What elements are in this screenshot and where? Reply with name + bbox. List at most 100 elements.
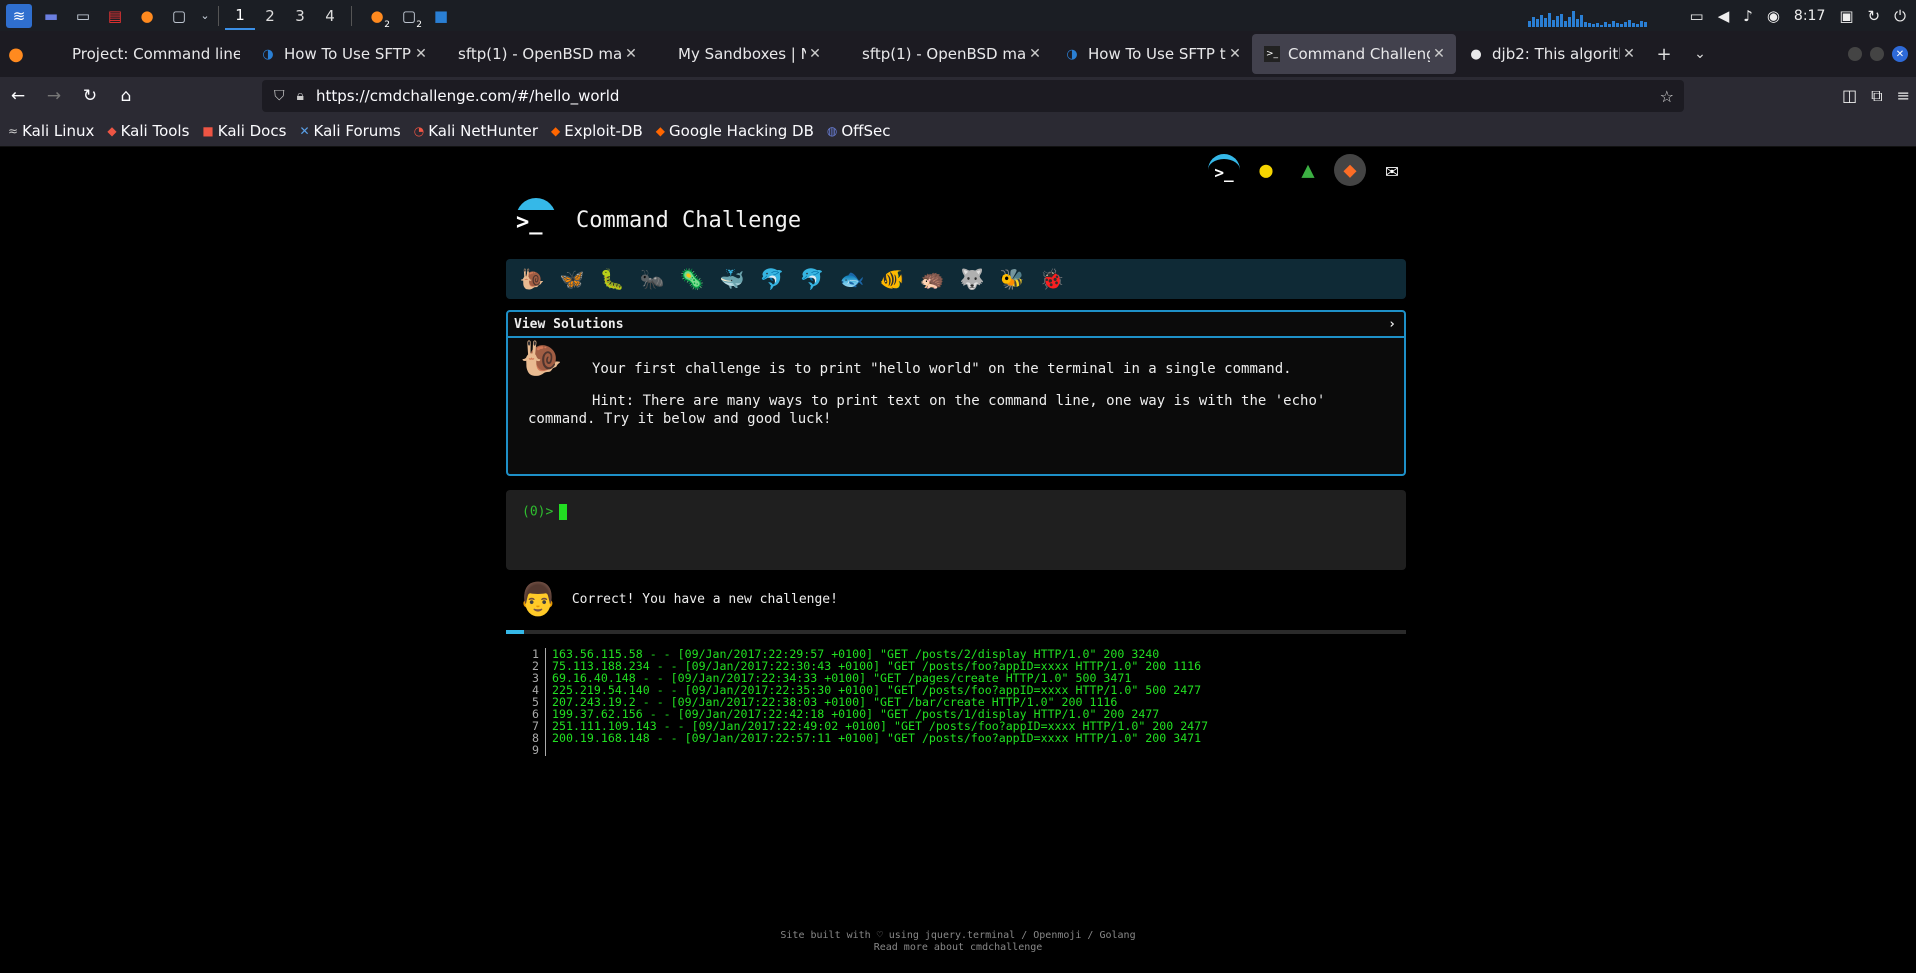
bookmark-kali-linux[interactable]: ≈ Kali Linux [8,122,94,140]
bookmark-star-icon[interactable]: ☆ [1660,87,1674,106]
firefox-icon[interactable]: ● [134,4,160,28]
close-icon[interactable]: ✕ [1026,46,1044,62]
terminal-window-icon[interactable]: ▢ 2 [396,4,422,30]
chevron-right-icon: › [1388,316,1396,332]
level-ladybug-icon[interactable]: 🐞 [1032,267,1072,291]
gitlab-icon[interactable]: ◆ [1334,154,1366,186]
level-dolphin-icon[interactable]: 🐬 [752,267,792,291]
workspace-1[interactable]: 1 [225,2,255,30]
bookmark-kali-tools[interactable]: ◆ Kali Tools [107,122,189,140]
close-icon[interactable]: ✕ [1430,46,1448,62]
url-text[interactable]: https://cmdchallenge.com/#/hello_world [316,87,619,105]
level-microbe-icon[interactable]: 🦠 [672,267,712,291]
view-solutions-toggle[interactable]: View Solutions › [508,312,1404,338]
tab-sftp-manual-1[interactable]: sftp(1) - OpenBSD manual ✕ [438,34,648,74]
bookmark-kali-nethunter[interactable]: ◔ Kali NetHunter [414,122,538,140]
browser-tab-strip: ● Project: Command line ◑ How To Use SFT… [0,31,1916,77]
tab-project-command-line[interactable]: Project: Command line [32,34,248,74]
github-icon: ● [1470,46,1482,62]
pocket-icon[interactable]: ◫ [1842,86,1857,106]
chevron-down-icon[interactable]: ⌄ [198,4,212,28]
site-top-links: >_ ● ▲ ◆ ✉ [1208,154,1408,186]
terminal-logo-icon[interactable]: >_ [1208,154,1240,186]
bookmark-kali-forums[interactable]: ✕ Kali Forums [299,122,400,140]
extensions-icon[interactable]: ⧉ [1871,86,1882,106]
forward-icon[interactable]: → [36,86,72,106]
tab-how-to-use-sftp-1[interactable]: ◑ How To Use SFTP to Se ✕ [248,34,438,74]
firefox-view-icon[interactable]: ● [0,44,32,65]
tab-label: How To Use SFTP to Se [1088,45,1226,63]
close-icon[interactable]: ✕ [1620,46,1638,62]
power-manager-icon[interactable]: ◉ [1767,7,1780,25]
site-footer: Site built with ♡ using jquery.terminal … [0,930,1916,954]
tab-my-sandboxes[interactable]: My Sandboxes | Nairobi ✕ [648,34,832,74]
site-logo-icon[interactable]: >_ [516,198,556,242]
volume-icon[interactable]: ◀ [1718,7,1730,25]
tab-sftp-manual-2[interactable]: sftp(1) - OpenBSD manual ✕ [832,34,1052,74]
firefox-window-icon[interactable]: ● 2 [364,4,390,30]
desktop-icon[interactable]: ▬ [38,4,64,28]
level-butterfly-icon[interactable]: 🦋 [552,267,592,291]
taskbar-divider [218,5,219,26]
workspace-4[interactable]: 4 [315,2,345,30]
notification-bell-icon[interactable]: ♪ [1743,7,1753,25]
level-ant-icon[interactable]: 🐜 [632,267,672,291]
tab-djb2[interactable]: ● djb2: This algorithm (k= ✕ [1456,34,1646,74]
view-solutions-label: View Solutions [514,316,624,332]
workspace-2[interactable]: 2 [255,2,285,30]
exploit-db-icon: ◆ [551,123,561,138]
bookmark-offsec[interactable]: ◍ OffSec [827,122,891,140]
workspace-3[interactable]: 3 [285,2,315,30]
home-icon[interactable]: ⌂ [108,86,144,106]
mail-icon[interactable]: ✉ [1376,154,1408,186]
ghdb-icon: ◆ [655,123,666,138]
tab-how-to-use-sftp-2[interactable]: ◑ How To Use SFTP to Se ✕ [1052,34,1252,74]
maximize-button[interactable] [1870,47,1884,61]
menu-icon[interactable]: ≡ [1897,86,1910,106]
close-icon[interactable]: ✕ [806,46,824,62]
terminal-input[interactable]: (0)> [506,490,1406,570]
bookmark-label: Kali Linux [22,121,95,140]
url-bar[interactable]: ⛉ 🔒︎ https://cmdchallenge.com/#/hello_wo… [262,80,1684,112]
power-icon[interactable]: ⏻ [1894,7,1906,25]
back-icon[interactable]: ← [0,86,36,106]
close-window-button[interactable]: ✕ [1892,46,1908,62]
bookmark-google-hacking-db[interactable]: ◆ Google Hacking DB [656,122,814,140]
kali-menu-icon[interactable]: ≋ [6,3,32,28]
shield-icon[interactable]: ⛉ [274,88,285,104]
terminal-icon[interactable]: ▢ [166,4,192,28]
close-icon[interactable]: ✕ [622,46,640,62]
list-all-tabs-icon[interactable]: ⌄ [1682,46,1718,62]
emoji-face-icon[interactable]: ● [1250,154,1282,186]
level-fish-icon[interactable]: 🐟 [832,267,872,291]
close-icon[interactable]: ✕ [412,46,430,62]
file-manager-icon[interactable]: ▭ [70,4,96,28]
level-bee-icon[interactable]: 🐝 [992,267,1032,291]
level-caterpillar-icon[interactable]: 🐛 [592,267,632,291]
bookmark-kali-docs[interactable]: ■ Kali Docs [202,122,286,140]
bookmark-exploit-db[interactable]: ◆ Exploit-DB [551,122,643,140]
level-hedgehog-icon[interactable]: 🦔 [912,267,952,291]
level-shark-icon[interactable]: 🐬 [792,267,832,291]
reload-icon[interactable]: ↻ [72,86,108,106]
level-tropical-fish-icon[interactable]: 🐠 [872,267,912,291]
minimize-button[interactable] [1848,47,1862,61]
lock-icon[interactable]: ▣ [1839,7,1853,25]
tree-icon[interactable]: ▲ [1292,154,1324,186]
bookmark-label: Exploit-DB [564,121,643,140]
digitalocean-icon: ◑ [262,46,274,62]
level-whale-icon[interactable]: 🐳 [712,267,752,291]
new-tab-button[interactable]: + [1646,44,1682,65]
text-editor-icon[interactable]: ▤ [102,4,128,28]
level-snail-icon[interactable]: 🐌 [512,267,552,291]
close-icon[interactable]: ✕ [1226,46,1244,62]
lock-icon[interactable]: 🔒︎ [297,88,304,104]
footer-read-more-link[interactable]: Read more about cmdchallenge [0,942,1916,954]
screen-icon[interactable]: ▭ [1690,7,1704,25]
kali-dragon-icon: ≈ [8,123,19,138]
folder-window-icon[interactable]: ■ [428,4,454,28]
tab-command-challenge[interactable]: >_ Command Challenge! ✕ [1252,34,1456,74]
refresh-icon[interactable]: ↻ [1868,7,1881,25]
level-wolf-icon[interactable]: 🐺 [952,267,992,291]
clock[interactable]: 8:17 [1794,8,1825,24]
